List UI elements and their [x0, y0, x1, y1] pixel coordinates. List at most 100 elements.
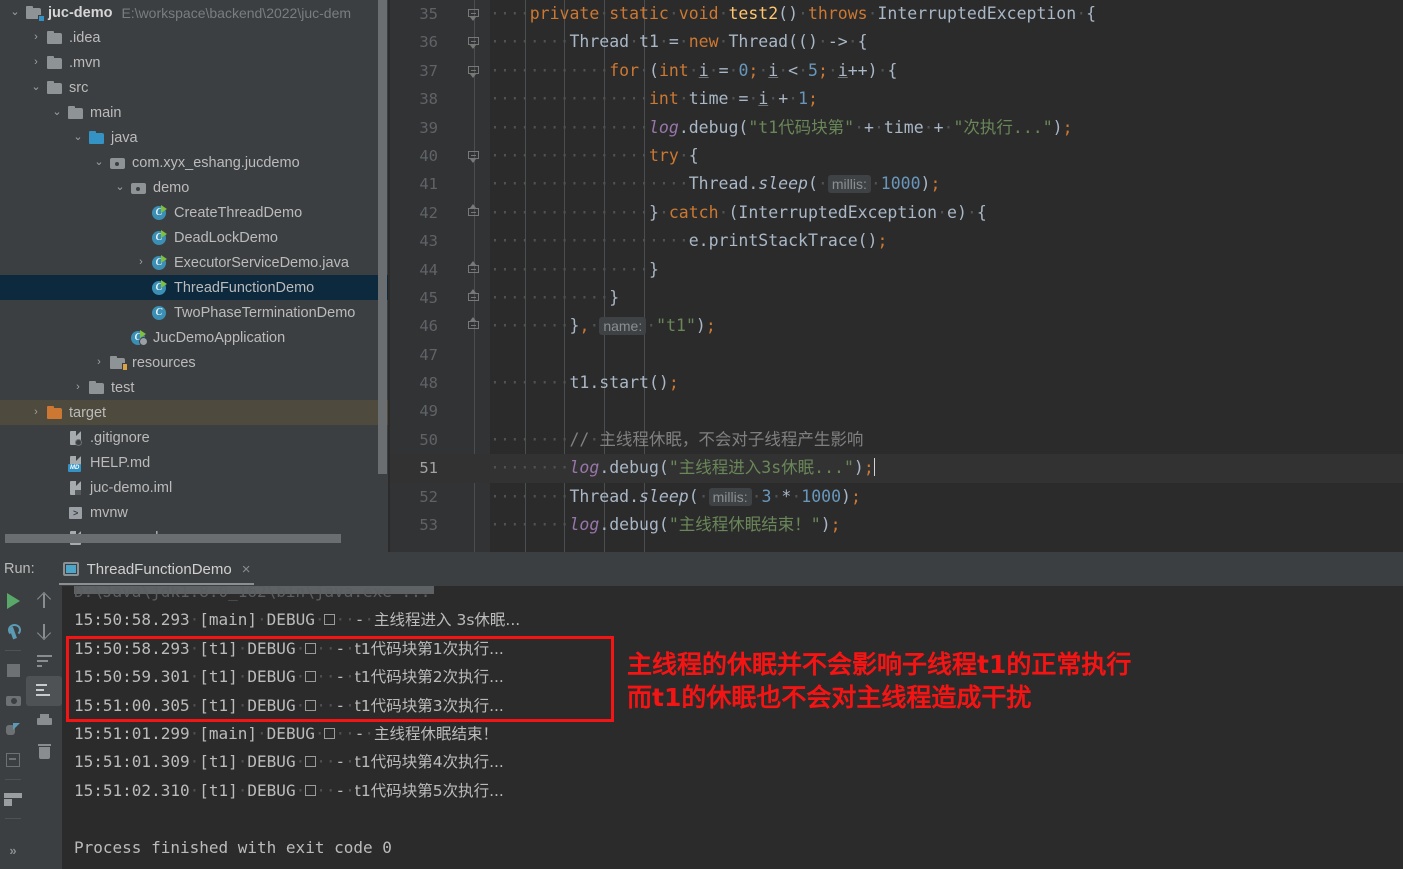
- project-tree-vertical-scrollbar[interactable]: [378, 0, 387, 474]
- prev-occurrence-button[interactable]: [26, 586, 62, 616]
- tree-item-test[interactable]: › test: [0, 375, 390, 400]
- rerun-button[interactable]: [0, 586, 26, 616]
- line-number: 46: [419, 317, 438, 336]
- resources-folder-icon: [108, 355, 128, 371]
- tree-item-gitignore[interactable]: .gitignore: [0, 425, 390, 450]
- tree-item-twophaseterminationdemo[interactable]: C TwoPhaseTerminationDemo: [0, 300, 390, 325]
- chevron-down-icon[interactable]: ⌄: [27, 82, 45, 93]
- tree-item-java[interactable]: ⌄ java: [0, 125, 390, 150]
- screenshot-button[interactable]: [0, 685, 26, 715]
- layout-settings-button[interactable]: [0, 784, 26, 814]
- tree-item-main[interactable]: ⌄ main: [0, 100, 390, 125]
- stop-icon: [6, 663, 20, 677]
- editor-lines[interactable]: 35 ····private·static·void·test2()·throws…: [390, 0, 1403, 539]
- chevron-down-icon[interactable]: ⌄: [90, 157, 108, 168]
- code-line-52[interactable]: 52 ········Thread.sleep(· millis: ·3·*·1000…: [390, 483, 1403, 511]
- chevron-down-icon[interactable]: ⌄: [111, 182, 129, 193]
- chevron-right-icon[interactable]: ›: [132, 257, 150, 268]
- tree-item-label: HELP.md: [90, 454, 151, 471]
- tree-item-mvn[interactable]: › .mvn: [0, 50, 390, 75]
- java-class-icon: C: [150, 305, 170, 321]
- tree-item-executorservicedemo-java[interactable]: › C ExecutorServiceDemo.java: [0, 250, 390, 275]
- run-actions-toolbar[interactable]: »: [0, 586, 26, 869]
- project-tool-window[interactable]: ⌄ juc-demo E:\workspace\backend\2022\juc-d…: [0, 0, 390, 552]
- chevron-right-icon[interactable]: ›: [27, 57, 45, 68]
- chevron-down-icon[interactable]: ⌄: [6, 7, 24, 18]
- code-fold-down-icon[interactable]: [468, 150, 480, 163]
- code-fold-up-icon[interactable]: [468, 260, 480, 276]
- edit-configurations-button[interactable]: [0, 616, 26, 646]
- tree-item-mvnw[interactable]: > mvnw: [0, 500, 390, 525]
- code-line-37[interactable]: 37 ············for·(int·i·=·0;·i·<·5;·i++…: [390, 57, 1403, 85]
- tree-item-juc-demo-iml[interactable]: juc-demo.iml: [0, 475, 390, 500]
- tree-item-idea[interactable]: › .idea: [0, 25, 390, 50]
- tree-item-demo[interactable]: ⌄ demo: [0, 175, 390, 200]
- project-tree[interactable]: ⌄ juc-demo E:\workspace\backend\2022\juc-d…: [0, 0, 390, 550]
- more-actions-button[interactable]: »: [0, 835, 26, 865]
- code-fold-down-icon[interactable]: [468, 65, 480, 78]
- log-level: DEBUG: [247, 667, 296, 687]
- stop-button[interactable]: [0, 655, 26, 685]
- wrench-icon: [6, 623, 21, 639]
- code-line-51[interactable]: 51 ········log.debug("主线程进入3s休眠...");: [390, 454, 1403, 483]
- close-icon[interactable]: ×: [242, 561, 251, 578]
- code-line-40[interactable]: 40 ················try·{: [390, 142, 1403, 170]
- chevron-right-icon[interactable]: ›: [69, 382, 87, 393]
- code-line-36[interactable]: 36 ········Thread·t1·=·new·Thread(()·->·{: [390, 28, 1403, 56]
- console-output[interactable]: D:\Java\jdk1.8.0_162\bin\java.exe ... 15:…: [62, 586, 1403, 869]
- code-line-39[interactable]: 39 ················log.debug("t1代码块第"·+·t…: [390, 114, 1403, 142]
- code-editor[interactable]: 35 ····private·static·void·test2()·throws…: [390, 0, 1403, 552]
- tree-item-label: resources: [132, 354, 196, 371]
- log-logger-icon: [305, 642, 317, 654]
- code-line-47[interactable]: 47: [390, 341, 1403, 369]
- scroll-to-end-button[interactable]: [26, 676, 62, 706]
- code-line-42[interactable]: 42 ················}·catch·(InterruptedEx…: [390, 199, 1403, 227]
- thread-dump-button[interactable]: [0, 715, 26, 745]
- console-toolbar[interactable]: [26, 586, 62, 869]
- tree-item-target[interactable]: › target: [0, 400, 390, 425]
- code-fold-up-icon[interactable]: [468, 288, 480, 304]
- exit-button[interactable]: [0, 745, 26, 775]
- code-line-46[interactable]: 46 ········},· name: ·"t1");: [390, 312, 1403, 340]
- code-line-50[interactable]: 50 ········//·主线程休眠，不会对子线程产生影响: [390, 426, 1403, 454]
- chevron-right-icon[interactable]: ›: [27, 407, 45, 418]
- run-tab-threadfunctiondemo[interactable]: ThreadFunctionDemo ×: [55, 552, 259, 586]
- chevron-down-icon[interactable]: ⌄: [69, 132, 87, 143]
- code-line-53[interactable]: 53 ········log.debug("主线程休眠结束！");: [390, 511, 1403, 539]
- tree-item-deadlockdemo[interactable]: C DeadLockDemo: [0, 225, 390, 250]
- code-text: ········t1.start();: [490, 373, 679, 393]
- code-line-45[interactable]: 45 ············}: [390, 284, 1403, 312]
- soft-wrap-button[interactable]: [26, 646, 62, 676]
- code-fold-up-icon[interactable]: [468, 317, 480, 332]
- tree-item-resources[interactable]: › resources: [0, 350, 390, 375]
- code-line-48[interactable]: 48 ········t1.start();: [390, 369, 1403, 397]
- code-line-35[interactable]: 35 ····private·static·void·test2()·throws…: [390, 0, 1403, 28]
- code-fold-down-icon[interactable]: [468, 37, 480, 50]
- tree-item-com-xyx-eshang-jucdemo[interactable]: ⌄ com.xyx_eshang.jucdemo: [0, 150, 390, 175]
- tree-item-help-md[interactable]: MD HELP.md: [0, 450, 390, 475]
- chevron-down-icon[interactable]: ⌄: [48, 107, 66, 118]
- code-fold-down-icon[interactable]: [468, 9, 480, 21]
- code-line-38[interactable]: 38 ················int·time·=·i·+·1;: [390, 85, 1403, 113]
- chevron-right-icon[interactable]: ›: [90, 357, 108, 368]
- code-line-43[interactable]: 43 ····················e.printStackTrace(…: [390, 227, 1403, 255]
- tree-item-label: main: [90, 104, 122, 121]
- tree-item-root[interactable]: ⌄ juc-demo E:\workspace\backend\2022\juc-d…: [0, 0, 390, 25]
- code-line-44[interactable]: 44 ················}: [390, 256, 1403, 284]
- play-icon: [6, 593, 20, 609]
- next-occurrence-button[interactable]: [26, 616, 62, 646]
- chevron-right-icon[interactable]: ›: [27, 32, 45, 43]
- print-button[interactable]: [26, 706, 62, 736]
- project-tree-horizontal-scrollbar[interactable]: [5, 534, 341, 543]
- tree-item-createthreaddemo[interactable]: C CreateThreadDemo: [0, 200, 390, 225]
- tree-item-src[interactable]: ⌄ src: [0, 75, 390, 100]
- code-text: ····private·static·void·test2()·throws·I…: [490, 4, 1097, 23]
- tree-item-threadfunctiondemo[interactable]: C ThreadFunctionDemo: [0, 275, 390, 300]
- tree-item-jucdemoapplication[interactable]: C JucDemoApplication: [0, 325, 390, 350]
- code-fold-up-icon[interactable]: [468, 203, 480, 219]
- code-text: ················}: [490, 259, 659, 279]
- code-line-49[interactable]: 49: [390, 397, 1403, 425]
- exit-icon: [6, 753, 20, 767]
- code-line-41[interactable]: 41 ····················Thread.sleep(· mill…: [390, 170, 1403, 198]
- clear-all-button[interactable]: [26, 736, 62, 766]
